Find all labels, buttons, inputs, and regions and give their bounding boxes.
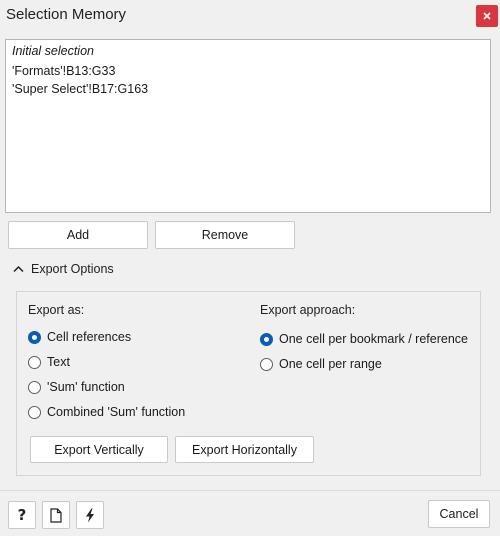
radio-button[interactable] xyxy=(28,405,41,419)
radio-one-cell-per-range[interactable]: One cell per range xyxy=(260,357,382,371)
lightning-icon xyxy=(86,508,94,522)
export-options-toggle[interactable]: Export Options xyxy=(13,262,114,276)
add-button[interactable]: Add xyxy=(8,221,148,249)
export-options-label: Export Options xyxy=(31,262,114,276)
export-as-label: Export as: xyxy=(28,303,85,317)
chevron-up-icon xyxy=(13,265,24,273)
radio-button-selected[interactable] xyxy=(260,332,273,346)
export-vertically-button[interactable]: Export Vertically xyxy=(30,436,168,463)
radio-button-selected[interactable] xyxy=(28,330,41,344)
footer-divider xyxy=(0,490,500,491)
radio-button[interactable] xyxy=(28,355,41,369)
radio-label: Cell references xyxy=(47,330,132,344)
close-icon xyxy=(483,12,491,20)
cancel-button[interactable]: Cancel xyxy=(428,500,490,528)
export-options-panel: Export as: Export approach: Cell referen… xyxy=(16,291,481,476)
window-title: Selection Memory xyxy=(6,6,127,23)
document-icon xyxy=(50,507,62,523)
radio-label: Combined 'Sum' function xyxy=(47,405,186,419)
export-horizontally-button[interactable]: Export Horizontally xyxy=(175,436,314,463)
export-approach-label: Export approach: xyxy=(260,303,356,317)
document-button[interactable] xyxy=(42,501,70,529)
quick-action-button[interactable] xyxy=(76,501,104,529)
list-item[interactable]: Initial selection xyxy=(12,44,94,58)
radio-label: One cell per range xyxy=(279,357,382,371)
radio-cell-references[interactable]: Cell references xyxy=(28,330,131,344)
radio-sum-function[interactable]: 'Sum' function xyxy=(28,380,125,394)
radio-label: Text xyxy=(47,355,70,369)
list-item[interactable]: 'Formats'!B13:G33 xyxy=(12,64,115,78)
remove-button[interactable]: Remove xyxy=(155,221,295,249)
help-button[interactable]: ? xyxy=(8,501,36,529)
radio-button[interactable] xyxy=(28,380,41,394)
radio-label: 'Sum' function xyxy=(47,380,125,394)
radio-text[interactable]: Text xyxy=(28,355,70,369)
radio-one-cell-per-bookmark[interactable]: One cell per bookmark / reference xyxy=(260,332,468,346)
selection-list[interactable]: Initial selection 'Formats'!B13:G33 'Sup… xyxy=(5,39,491,213)
help-icon: ? xyxy=(17,506,27,524)
radio-button[interactable] xyxy=(260,357,273,371)
list-item[interactable]: 'Super Select'!B17:G163 xyxy=(12,82,148,96)
close-button[interactable] xyxy=(476,5,498,27)
radio-combined-sum-function[interactable]: Combined 'Sum' function xyxy=(28,405,185,419)
radio-label: One cell per bookmark / reference xyxy=(279,332,468,346)
